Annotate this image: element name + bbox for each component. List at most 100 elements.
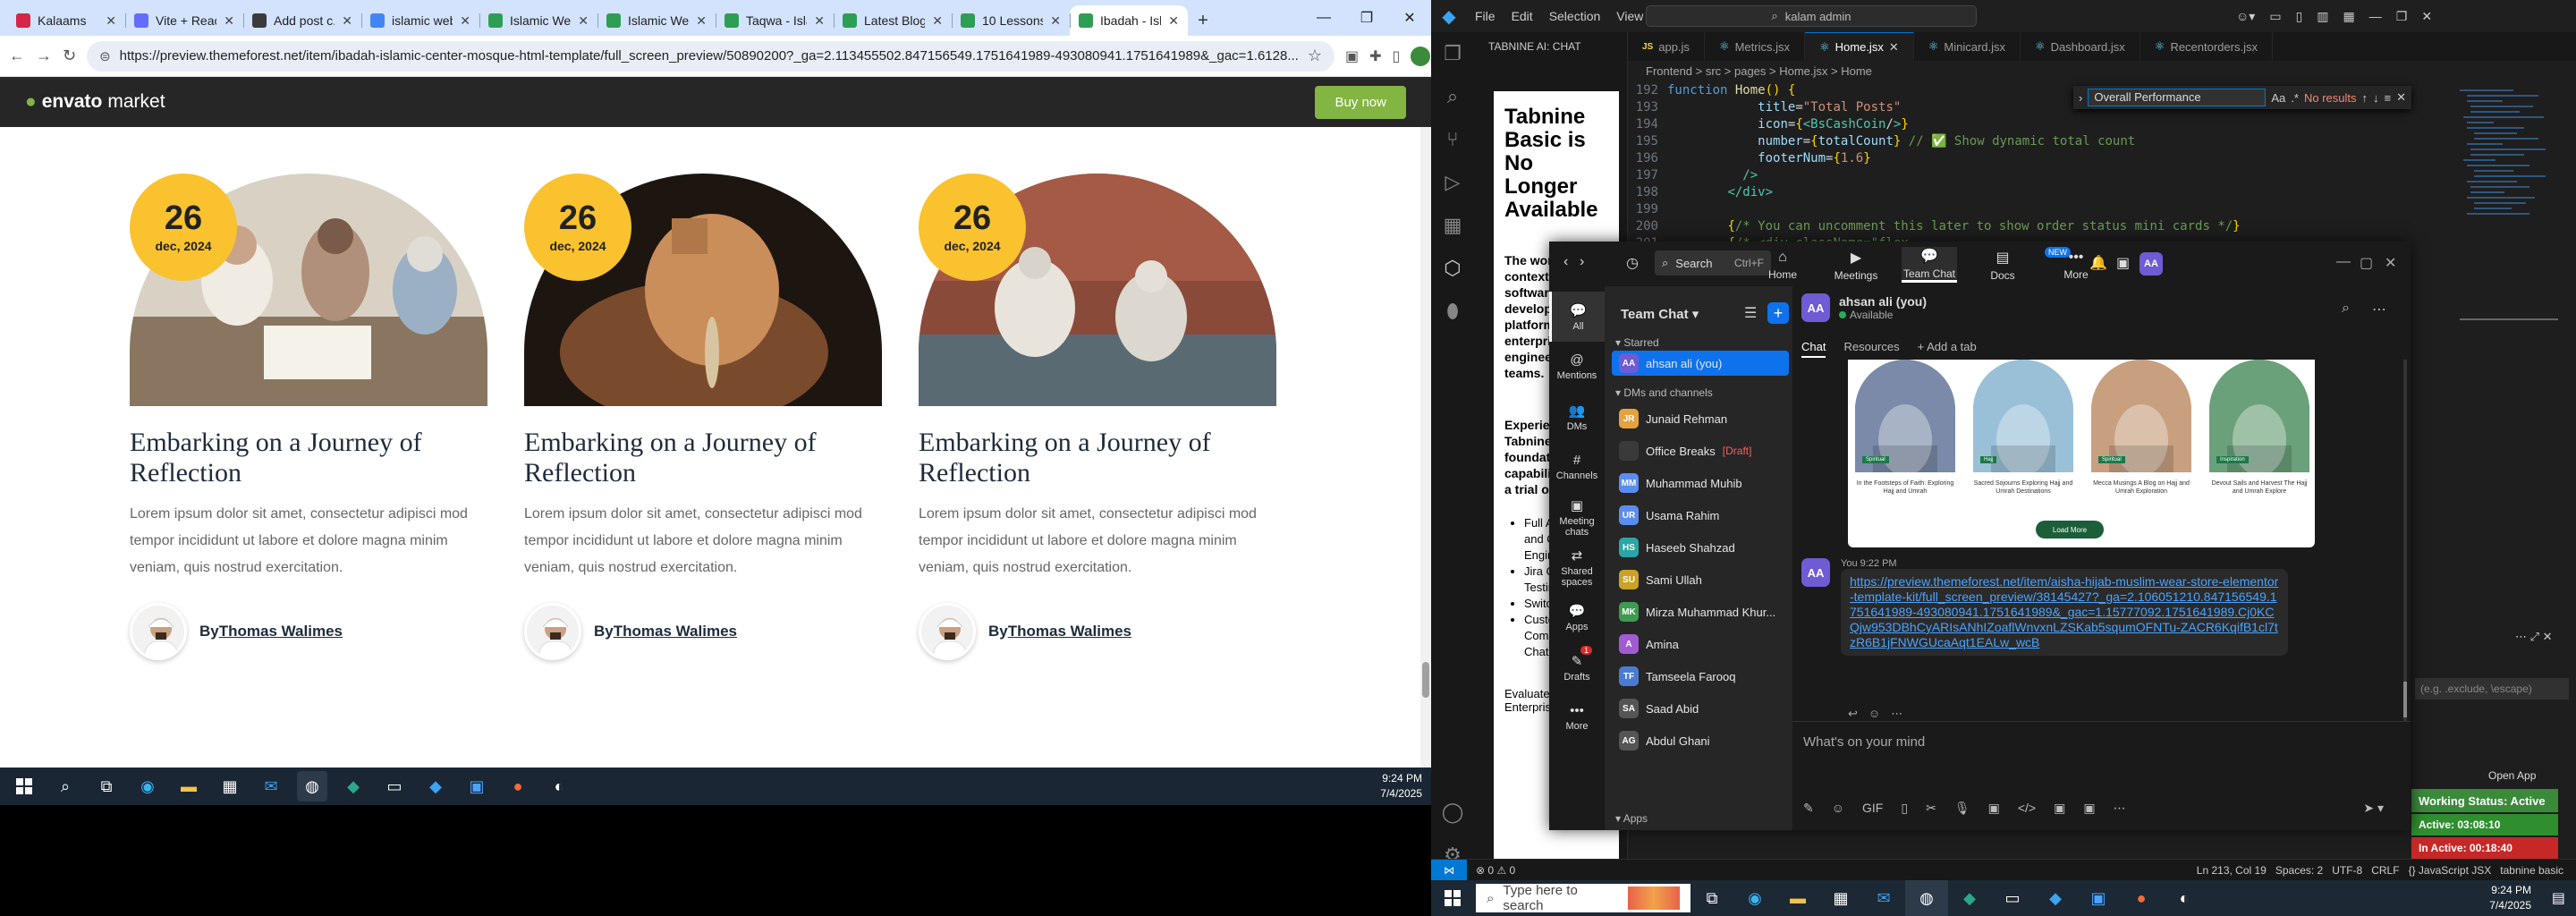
mail-icon[interactable]: ✉ — [1862, 880, 1905, 916]
tab-close-icon[interactable]: ✕ — [1050, 13, 1061, 29]
taskbar-search[interactable]: ⌕ Type here to search — [1476, 883, 1690, 913]
chrome-tab[interactable]: islamic web ✕ — [361, 5, 479, 36]
video-icon[interactable]: ▣ — [1988, 801, 2000, 816]
chat-user-name[interactable]: ahsan ali (you) — [1839, 294, 1927, 309]
chevron-left-icon[interactable]: ‹ — [1563, 254, 1568, 270]
minimize-icon[interactable]: — — [2336, 254, 2351, 270]
tab-close-icon[interactable]: ✕ — [578, 13, 589, 29]
contact-item[interactable]: HS Haseeb Shahzad — [1612, 535, 1789, 560]
chrome-tab[interactable]: Islamic Web ✕ — [479, 5, 597, 36]
close-icon[interactable]: ✕ — [1889, 40, 1899, 55]
tab-close-icon[interactable]: ✕ — [460, 13, 470, 29]
dms-header[interactable]: ▾ DMs and channels — [1615, 386, 1713, 399]
app-icon[interactable]: ◐ — [2163, 880, 2206, 916]
user-avatar[interactable]: AA — [2140, 252, 2163, 276]
compose-input[interactable]: What's on your mind — [1803, 734, 1925, 750]
terminal-icon[interactable]: ▭ — [1991, 880, 2034, 916]
tab-close-icon[interactable]: ✕ — [814, 13, 825, 29]
tab-close-icon[interactable]: ✕ — [342, 13, 352, 29]
zoom-icon[interactable]: ▣ — [2077, 880, 2120, 916]
team-chat-title[interactable]: Team Chat ▾ — [1621, 306, 1699, 322]
preview-item[interactable]: Inspiration Devout Sails and Harvest The … — [2209, 360, 2309, 496]
editor-tab[interactable]: ⚛ Metrics.jsx — [1705, 32, 1805, 61]
extension-icon[interactable]: ▣ — [1345, 45, 1359, 68]
more-icon[interactable]: ⋯ — [2114, 801, 2126, 816]
chat-tab[interactable]: + Add a tab — [1918, 340, 1977, 358]
chrome-tab[interactable]: Ibadah - Isla ✕ — [1070, 5, 1188, 36]
app-icon[interactable]: ▣ — [2054, 801, 2065, 816]
chevron-right-icon[interactable]: › — [1580, 254, 1584, 270]
layout-icon[interactable]: ▯ — [2296, 0, 2303, 32]
emoji-icon[interactable]: ☺ — [1868, 707, 1880, 721]
zoom-nav-home[interactable]: ⌂ Home — [1755, 247, 1810, 283]
chrome-tab[interactable]: Islamic Web ✕ — [597, 5, 716, 36]
forward-icon[interactable]: → — [36, 44, 52, 69]
task-view-icon[interactable]: ⧉ — [1690, 880, 1733, 916]
preview-item[interactable]: Spiritual Mecca Musings A Blog on Hajj an… — [2091, 360, 2191, 496]
format-icon[interactable]: ✎ — [1803, 801, 1814, 816]
contact-item[interactable]: A Amina — [1612, 632, 1789, 657]
remote-icon[interactable]: ⋈ — [1431, 859, 1467, 880]
tab-close-icon[interactable]: ✕ — [696, 13, 707, 29]
windows-start-icon[interactable] — [1431, 880, 1474, 916]
whiteboard-icon[interactable]: ▣ — [2116, 254, 2130, 272]
load-more-button[interactable]: Load More — [2036, 521, 2104, 539]
chrome-tab[interactable]: 10 Lessons ✕ — [952, 5, 1070, 36]
rail-channels[interactable]: # Channels — [1549, 442, 1605, 492]
chevron-right-icon[interactable]: › — [2079, 91, 2082, 105]
search-icon[interactable]: ⌕ — [2342, 301, 2350, 317]
layout-icon[interactable]: ▭ — [2269, 0, 2281, 32]
account-icon[interactable]: ◯ — [1431, 791, 1474, 834]
source-control-icon[interactable]: ⑂ — [1431, 118, 1474, 161]
notification-icon[interactable]: ▤ — [2552, 889, 2565, 907]
gif-icon[interactable]: GIF — [1862, 801, 1883, 816]
contact-item[interactable]: SA Saad Abid — [1612, 696, 1789, 721]
starred-header[interactable]: ▾ Starred — [1615, 336, 1659, 349]
menu-edit[interactable]: Edit — [1504, 9, 1541, 23]
history-icon[interactable]: ◷ — [1626, 254, 1639, 272]
contact-item[interactable]: MM Muhammad Muhib — [1612, 471, 1789, 496]
windows-start-icon[interactable] — [9, 771, 39, 802]
arrow-up-icon[interactable]: ↑ — [2362, 91, 2368, 105]
match-case-icon[interactable]: Aa — [2271, 91, 2285, 105]
editor-tab[interactable]: ⚛ Home.jsx ✕ — [1804, 32, 1914, 61]
rail-mentions[interactable]: @ Mentions — [1549, 342, 1605, 392]
tab-close-icon[interactable]: ✕ — [932, 13, 943, 29]
envato-logo[interactable]: ● envato market — [25, 91, 165, 113]
contact-item[interactable]: Office Breaks [Draft] — [1612, 438, 1789, 463]
tabnine-icon[interactable]: ⬡ — [1431, 247, 1474, 290]
find-input[interactable]: Overall Performance — [2088, 89, 2267, 106]
explorer-icon[interactable]: ❐ — [1431, 32, 1474, 75]
zoom-nav-docs[interactable]: ▤ Docs — [1975, 247, 2030, 283]
task-view-icon[interactable]: ⧉ — [91, 771, 122, 802]
rail-apps[interactable]: 💬 Apps — [1549, 592, 1605, 642]
filter-icon[interactable]: ☰ — [1744, 304, 1757, 322]
menu-selection[interactable]: Selection — [1541, 9, 1609, 23]
chrome-tab[interactable]: Add post c... ✕ — [243, 5, 361, 36]
zoom-search[interactable]: ⌕ Search Ctrl+F — [1655, 250, 1771, 276]
file-explorer-icon[interactable]: ▬ — [1776, 880, 1819, 916]
edge-icon[interactable]: ◉ — [1733, 880, 1776, 916]
page-scrollbar[interactable] — [1420, 127, 1431, 768]
close-icon[interactable]: ✕ — [2396, 90, 2406, 105]
blog-card-title[interactable]: Embarking on a Journey of Reflection — [524, 428, 882, 488]
contact-item[interactable]: TF Tamseela Farooq — [1612, 664, 1789, 689]
rail-shared-spaces[interactable]: ⇄ Shared spaces — [1549, 542, 1605, 592]
postman-icon[interactable]: ● — [503, 771, 533, 802]
author-byline[interactable]: ByThomas Walimes — [199, 623, 343, 640]
chat-tab[interactable]: Chat — [1801, 340, 1826, 358]
breadcrumb[interactable]: Frontend > src > pages > Home.jsx > Home — [1646, 64, 1872, 78]
contact-item[interactable]: MK Mirza Muhammad Khur... — [1612, 599, 1789, 624]
minimize-icon[interactable]: — — [2369, 0, 2382, 32]
run-debug-icon[interactable]: ▷ — [1431, 161, 1474, 204]
site-info-icon[interactable]: ⊜ — [99, 48, 111, 64]
rail-dms[interactable]: 👥 DMs — [1549, 392, 1605, 442]
url-field[interactable]: ⊜ https://preview.themeforest.net/item/i… — [87, 40, 1335, 72]
copilot-icon[interactable]: ☺▾ — [2236, 0, 2255, 32]
sidebar-icon[interactable]: ▯ — [1393, 45, 1401, 68]
rail-meeting-chats[interactable]: ▣ Meeting chats — [1549, 492, 1605, 542]
minimize-icon[interactable]: — — [1302, 0, 1345, 36]
extensions-icon[interactable]: ▦ — [1431, 204, 1474, 247]
command-center[interactable]: ⌕ kalam admin — [1646, 5, 1977, 27]
chrome-icon[interactable]: ◍ — [297, 771, 327, 802]
